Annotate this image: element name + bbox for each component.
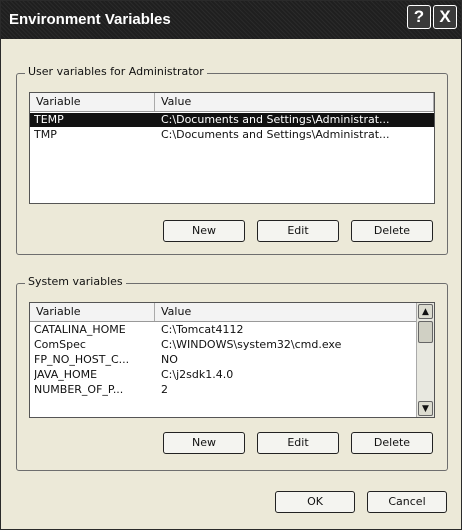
- user-new-button[interactable]: New: [163, 220, 245, 242]
- variable-value: C:\Documents and Settings\Administrat...: [161, 128, 390, 141]
- scrollbar-thumb[interactable]: [418, 321, 433, 343]
- user-edit-button[interactable]: Edit: [257, 220, 339, 242]
- cancel-button[interactable]: Cancel: [367, 491, 447, 513]
- variable-value: C:\Tomcat4112: [161, 323, 244, 336]
- close-button[interactable]: X: [433, 5, 457, 29]
- table-row[interactable]: NUMBER_OF_P... 2: [30, 383, 417, 397]
- system-new-button[interactable]: New: [163, 432, 245, 454]
- environment-variables-dialog: Environment Variables ? X User variables…: [0, 0, 462, 530]
- table-row[interactable]: FP_NO_HOST_C... NO: [30, 353, 417, 367]
- table-row[interactable]: TEMP C:\Documents and Settings\Administr…: [30, 113, 434, 127]
- variable-name: TMP: [34, 128, 57, 141]
- list-header: Variable Value: [30, 93, 434, 112]
- table-row[interactable]: JAVA_HOME C:\j2sdk1.4.0: [30, 368, 417, 382]
- system-variables-label: System variables: [25, 275, 126, 288]
- column-header-variable[interactable]: Variable: [30, 93, 155, 111]
- table-row[interactable]: ComSpec C:\WINDOWS\system32\cmd.exe: [30, 338, 417, 352]
- dialog-title: Environment Variables: [9, 11, 171, 28]
- variable-value: C:\j2sdk1.4.0: [161, 368, 234, 381]
- system-edit-button[interactable]: Edit: [257, 432, 339, 454]
- user-variables-group: User variables for Administrator Variabl…: [16, 65, 448, 255]
- variable-name: JAVA_HOME: [34, 368, 98, 381]
- table-row[interactable]: TMP C:\Documents and Settings\Administra…: [30, 128, 434, 142]
- variable-name: NUMBER_OF_P...: [34, 383, 124, 396]
- chevron-up-icon[interactable]: ▲: [418, 304, 433, 319]
- variable-name: ComSpec: [34, 338, 86, 351]
- system-variables-group: System variables Variable Value CATALINA…: [16, 275, 448, 471]
- table-row[interactable]: CATALINA_HOME C:\Tomcat4112: [30, 323, 417, 337]
- user-variables-list[interactable]: Variable Value TEMP C:\Documents and Set…: [29, 92, 435, 204]
- column-header-value[interactable]: Value: [155, 303, 417, 321]
- system-delete-button[interactable]: Delete: [351, 432, 433, 454]
- variable-value: 2: [161, 383, 168, 396]
- user-delete-button[interactable]: Delete: [351, 220, 433, 242]
- chevron-down-icon[interactable]: ▼: [418, 401, 433, 416]
- variable-name: TEMP: [34, 113, 64, 126]
- system-variables-list[interactable]: Variable Value CATALINA_HOME C:\Tomcat41…: [29, 302, 435, 418]
- help-button[interactable]: ?: [407, 5, 431, 29]
- variable-name: FP_NO_HOST_C...: [34, 353, 130, 366]
- list-header: Variable Value: [30, 303, 417, 322]
- column-header-value[interactable]: Value: [155, 93, 434, 111]
- variable-value: C:\Documents and Settings\Administrat...: [161, 113, 390, 126]
- variable-value: NO: [161, 353, 178, 366]
- column-header-variable[interactable]: Variable: [30, 303, 155, 321]
- user-variables-label: User variables for Administrator: [25, 65, 207, 78]
- vertical-scrollbar[interactable]: ▲ ▼: [416, 303, 434, 417]
- title-bar: Environment Variables ? X: [1, 1, 461, 39]
- variable-value: C:\WINDOWS\system32\cmd.exe: [161, 338, 342, 351]
- ok-button[interactable]: OK: [275, 491, 355, 513]
- variable-name: CATALINA_HOME: [34, 323, 126, 336]
